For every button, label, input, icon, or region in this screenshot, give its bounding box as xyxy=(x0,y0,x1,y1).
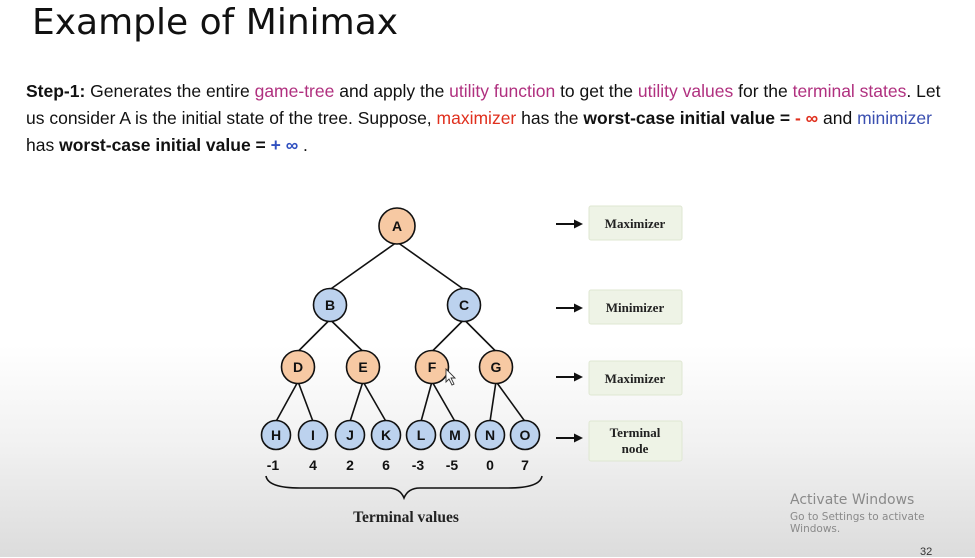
tree-node-label: G xyxy=(491,359,502,375)
tree-edge xyxy=(329,241,398,291)
watermark-line-1: Activate Windows xyxy=(790,492,915,508)
tree-edge xyxy=(349,381,364,422)
tree-node-label: O xyxy=(520,427,531,443)
arrow-head-icon xyxy=(574,303,583,313)
role-label: node xyxy=(622,441,649,456)
page-number: 32 xyxy=(920,546,933,558)
terminal-value: -5 xyxy=(446,457,459,473)
role-label: Maximizer xyxy=(605,371,666,386)
tree-node-label: J xyxy=(346,427,354,443)
terminal-value: 4 xyxy=(309,457,317,473)
terminal-value: -3 xyxy=(412,457,425,473)
tree-node-label: N xyxy=(485,427,495,443)
role-label: Minimizer xyxy=(606,300,665,315)
terminal-value: 7 xyxy=(521,457,529,473)
tree-edge xyxy=(489,381,497,422)
arrow-head-icon xyxy=(574,372,583,382)
tree-edge xyxy=(431,381,456,422)
tree-node-label: M xyxy=(449,427,461,443)
terminal-value: -1 xyxy=(267,457,280,473)
watermark-line-2: Go to Settings to activate Windows. xyxy=(790,511,925,535)
tree-edge xyxy=(362,381,387,422)
mouse-cursor-icon xyxy=(445,367,457,386)
tree-edge xyxy=(297,381,314,422)
arrow-head-icon xyxy=(574,433,583,443)
tree-node-label: C xyxy=(459,297,469,313)
terminal-value: 0 xyxy=(486,457,494,473)
tree-edge xyxy=(329,318,364,353)
tree-node-label: E xyxy=(358,359,367,375)
role-label: Maximizer xyxy=(605,216,666,231)
arrow-head-icon xyxy=(574,219,583,229)
role-label: Terminal xyxy=(610,425,661,440)
tree-edge xyxy=(463,318,497,353)
tree-edge xyxy=(420,381,433,422)
minimax-tree-diagram: A B C D E F G H I J K L M N O -1 4 2 6 -3 -5 0 7 Terminal value… xyxy=(260,205,683,526)
tree-node-label: K xyxy=(381,427,391,443)
tree-node-label: L xyxy=(417,427,426,443)
tree-edge xyxy=(275,381,299,422)
terminal-value: 2 xyxy=(346,457,354,473)
tree-node-label: B xyxy=(325,297,335,313)
tree-edge xyxy=(495,381,526,422)
activation-watermark: Activate Windows Go to Settings to activ… xyxy=(790,492,975,535)
terminal-value: 6 xyxy=(382,457,390,473)
terminal-values-brace xyxy=(265,475,543,501)
tree-node-label: D xyxy=(293,359,303,375)
tree-edge xyxy=(396,241,465,291)
tree-node-label: H xyxy=(271,427,281,443)
tree-edge xyxy=(431,318,465,353)
tree-node-label: I xyxy=(311,427,315,443)
tree-node-label: A xyxy=(392,218,402,234)
tree-edge xyxy=(297,318,331,353)
terminal-values-label: Terminal values xyxy=(353,509,459,526)
tree-node-label: F xyxy=(428,359,437,375)
